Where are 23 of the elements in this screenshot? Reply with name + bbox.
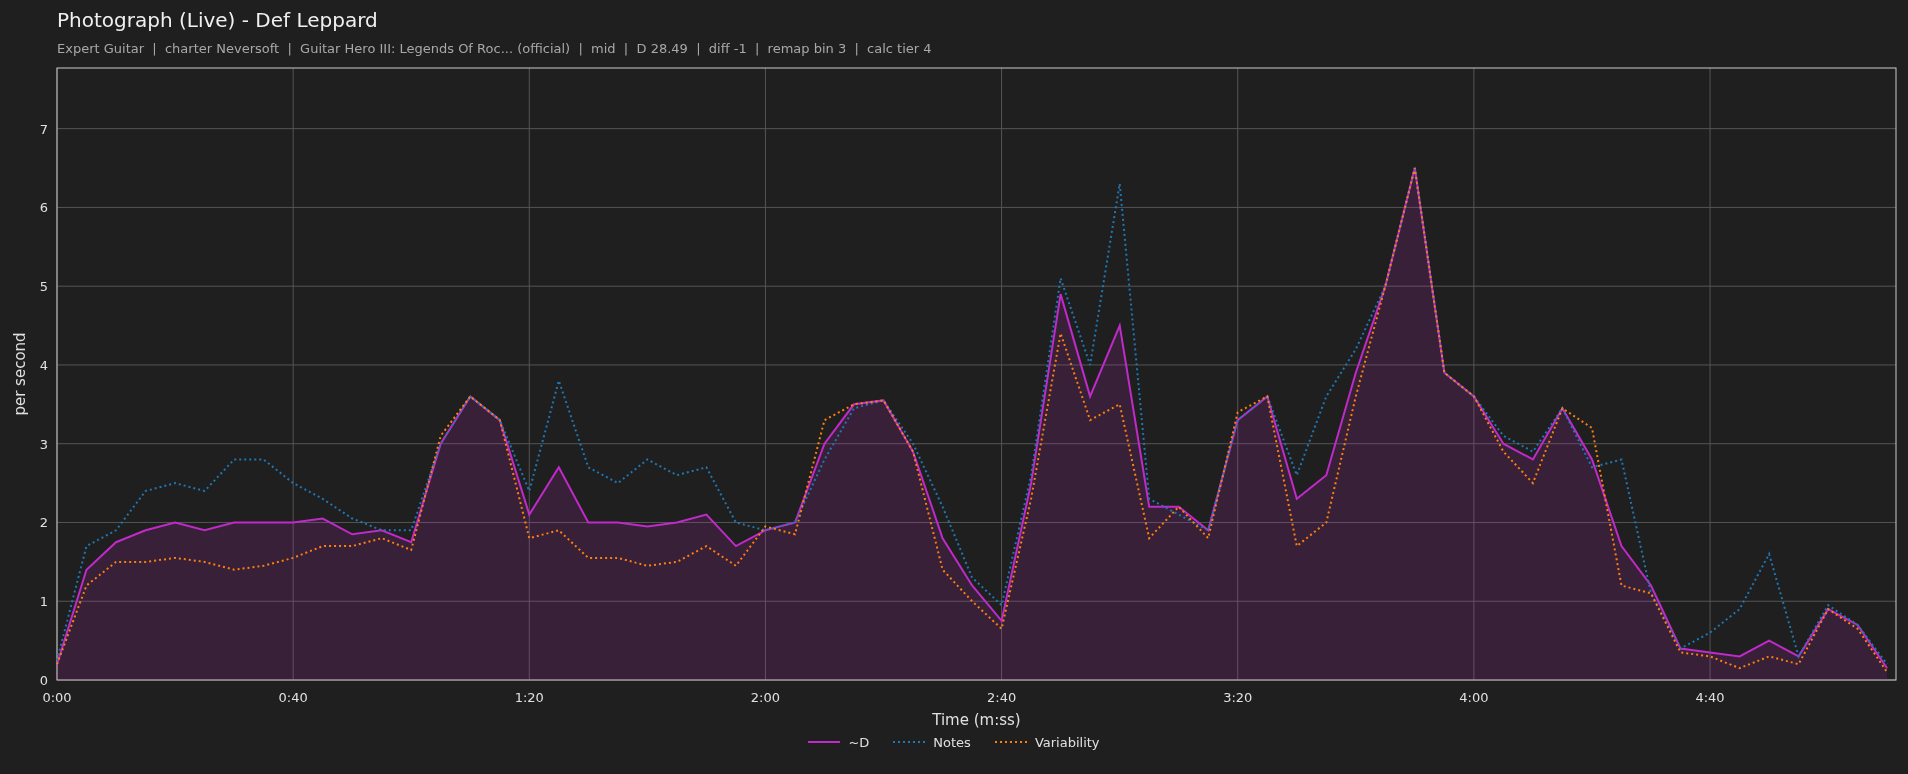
chart-title: Photograph (Live) - Def Leppard [57,8,378,33]
chart-subtitle: Expert Guitar | charter Neversoft | Guitar Hero III: Legends Of Roc... (official) | mid | D 28.49 | diff -1 | remap bin 3 | calc tier 4 [57,40,932,58]
x-tick-label: 0:00 [42,689,72,705]
y-tick-label: 1 [39,593,48,609]
x-tick-label: 1:20 [514,689,544,705]
legend-label: Variability [1034,733,1100,752]
y-tick-label: 5 [39,278,48,294]
y-tick-label: 4 [39,357,48,373]
legend-label: Notes [933,733,971,752]
x-tick-label: 2:40 [987,689,1017,705]
x-tick-label: 4:00 [1459,689,1489,705]
y-tick-label: 3 [39,436,48,452]
x-tick-label: 3:20 [1223,689,1253,705]
y-tick-label: 7 [39,121,48,137]
y-tick-label: 2 [39,514,48,530]
x-tick-label: 0:40 [278,689,308,705]
x-axis-label: Time (m:ss) [932,710,1021,729]
y-tick-label: 0 [39,672,48,688]
x-tick-label: 4:40 [1695,689,1725,705]
legend-label: ~D [848,733,870,752]
y-tick-label: 6 [39,199,48,215]
y-axis-label: per second [11,331,29,416]
x-tick-label: 2:00 [750,689,781,705]
